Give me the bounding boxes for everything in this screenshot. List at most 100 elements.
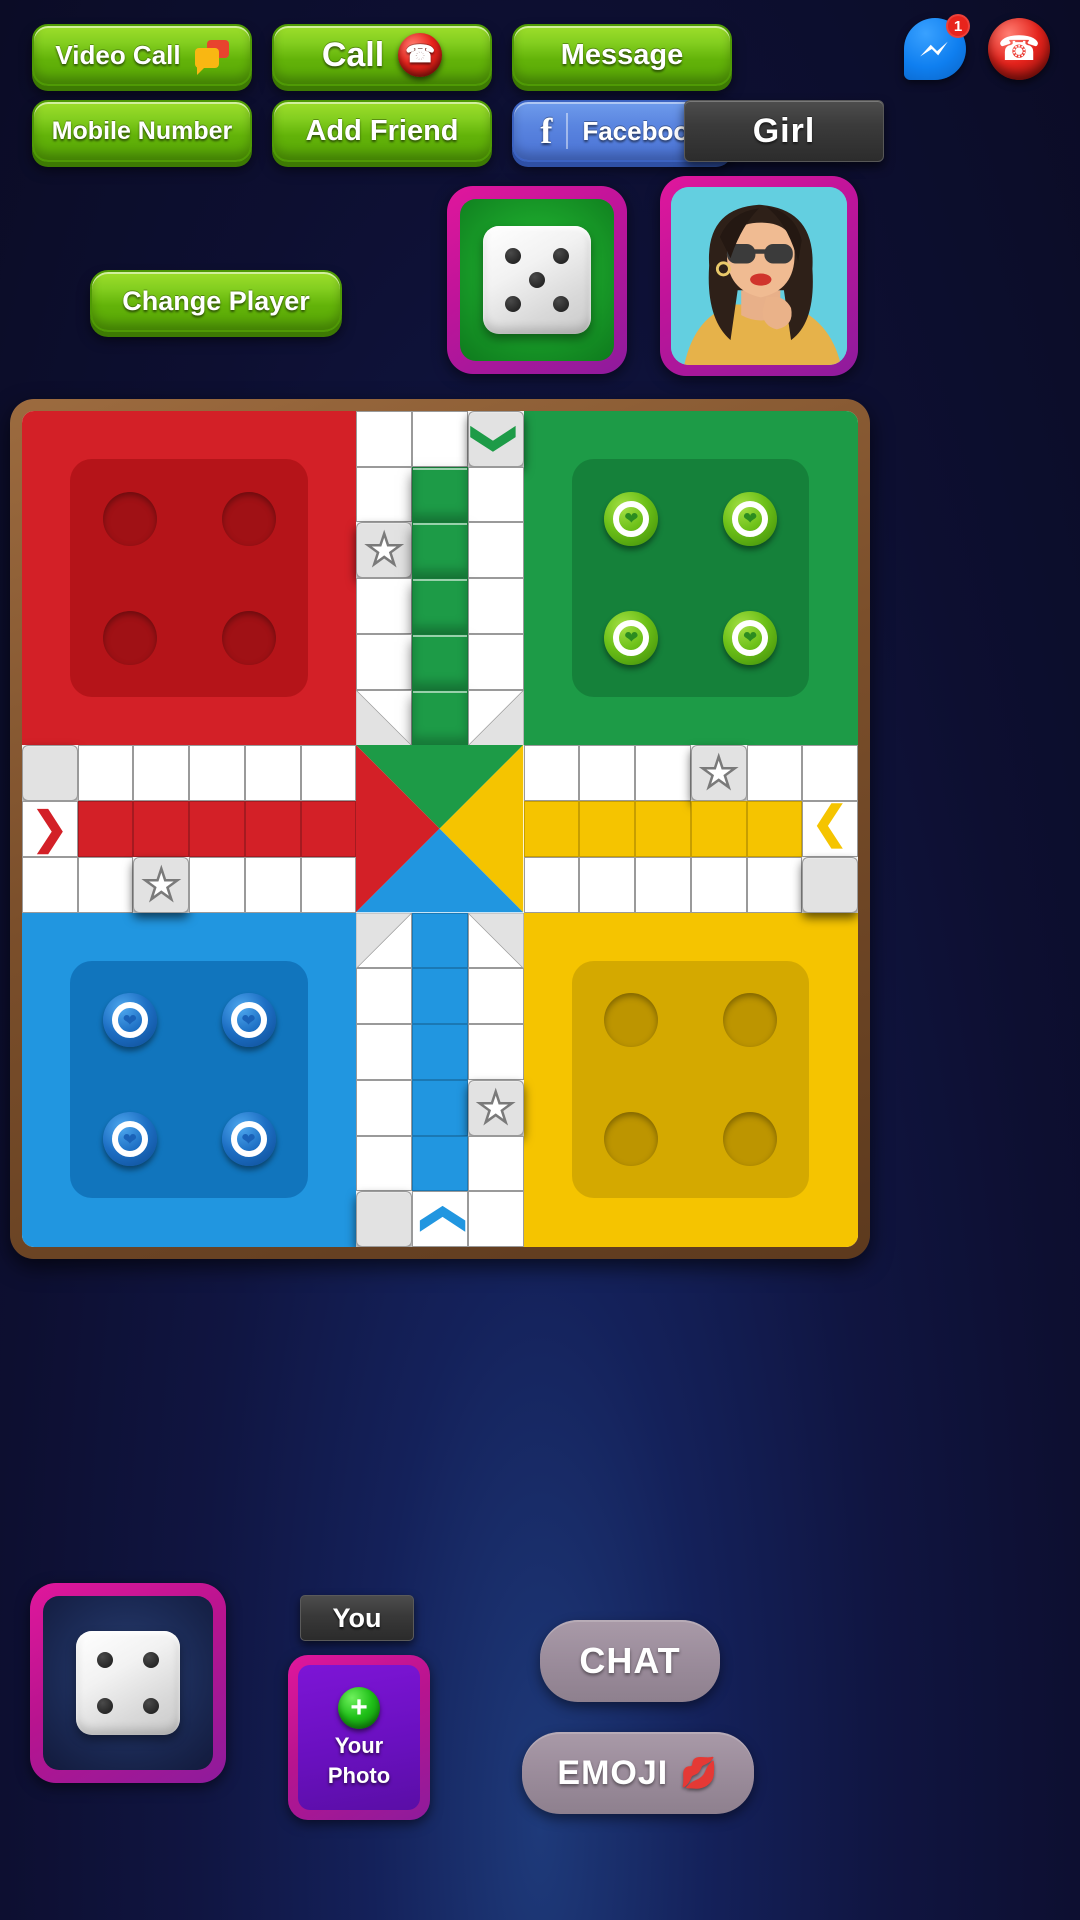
board-cell[interactable] xyxy=(244,856,301,913)
token-slot[interactable] xyxy=(723,993,778,1048)
board-cell[interactable] xyxy=(412,968,468,1025)
board-cell[interactable] xyxy=(523,745,580,802)
board-cell[interactable] xyxy=(412,689,468,746)
video-call-button[interactable]: Video Call xyxy=(32,24,252,86)
board-cell[interactable] xyxy=(412,912,468,969)
messenger-icon[interactable]: 1 xyxy=(904,14,970,80)
gender-girl-button[interactable]: Girl xyxy=(684,100,884,162)
token-slot[interactable] xyxy=(604,993,659,1048)
board-cell[interactable] xyxy=(300,801,357,857)
board-cell[interactable] xyxy=(22,856,78,913)
board-cell[interactable] xyxy=(690,745,747,802)
board-cell[interactable] xyxy=(523,801,580,857)
board-cell[interactable] xyxy=(77,856,134,913)
token-blue[interactable]: ❤ xyxy=(221,993,276,1048)
token-slot[interactable] xyxy=(221,491,276,546)
board-cell[interactable] xyxy=(356,689,413,746)
board-cell[interactable] xyxy=(356,912,413,969)
board-cell[interactable] xyxy=(579,801,636,857)
board-cell[interactable] xyxy=(133,856,190,913)
board-cell[interactable] xyxy=(412,1024,468,1080)
board-cell[interactable] xyxy=(356,968,413,1025)
board-cell[interactable] xyxy=(635,801,691,857)
board-cell[interactable] xyxy=(356,466,413,523)
emoji-button[interactable]: EMOJI 💋 xyxy=(522,1732,754,1814)
my-dice[interactable] xyxy=(76,1631,180,1735)
board-cell[interactable] xyxy=(746,745,803,802)
board-cell[interactable] xyxy=(412,411,468,467)
token-slot[interactable] xyxy=(604,1112,659,1167)
home-base-yellow[interactable] xyxy=(523,912,858,1247)
board-cell[interactable] xyxy=(189,745,245,802)
board-cell[interactable] xyxy=(467,633,524,690)
board-cell[interactable] xyxy=(467,466,524,523)
board-cell[interactable] xyxy=(300,745,357,802)
board-cell[interactable] xyxy=(467,411,524,467)
token-green[interactable]: ❤ xyxy=(604,491,659,546)
board-cell[interactable] xyxy=(412,466,468,523)
board-cell[interactable] xyxy=(412,633,468,690)
board-cell[interactable] xyxy=(467,968,524,1025)
board-cell[interactable] xyxy=(133,745,190,802)
board-cell[interactable] xyxy=(300,856,357,913)
board-cell[interactable] xyxy=(356,411,413,467)
token-blue[interactable]: ❤ xyxy=(221,1112,276,1167)
board-cell[interactable] xyxy=(467,912,524,969)
board-cell[interactable] xyxy=(412,1135,468,1192)
board-cell[interactable] xyxy=(635,745,691,802)
board-center-home[interactable] xyxy=(356,745,524,913)
board-cell[interactable] xyxy=(356,578,413,634)
board-cell[interactable] xyxy=(244,745,301,802)
board-cell[interactable] xyxy=(412,1191,468,1247)
token-slot[interactable] xyxy=(723,1112,778,1167)
board-cell[interactable] xyxy=(467,689,524,746)
board-cell[interactable] xyxy=(746,801,803,857)
board-cell[interactable] xyxy=(22,745,78,802)
board-cell[interactable] xyxy=(579,745,636,802)
board-cell[interactable] xyxy=(467,578,524,634)
board-cell[interactable] xyxy=(635,856,691,913)
ludo-board[interactable]: ❤ ❤ ❤ ❤ ❤ ❤ ❤ ❤ ★ ★ ★ ★ ❯ ❯ ❯ ❯ xyxy=(22,411,858,1247)
board-cell[interactable] xyxy=(356,633,413,690)
board-cell[interactable] xyxy=(412,578,468,634)
board-cell[interactable] xyxy=(356,1079,413,1136)
board-cell[interactable] xyxy=(356,522,413,579)
message-button[interactable]: Message xyxy=(512,24,732,86)
board-cell[interactable] xyxy=(77,801,134,857)
chat-button[interactable]: CHAT xyxy=(540,1620,720,1702)
add-photo-plus-icon[interactable]: + xyxy=(338,1686,380,1729)
mobile-number-button[interactable]: Mobile Number xyxy=(32,100,252,162)
token-blue[interactable]: ❤ xyxy=(102,1112,157,1167)
home-base-green[interactable]: ❤ ❤ ❤ ❤ xyxy=(523,411,858,746)
opponent-dice[interactable] xyxy=(483,226,591,334)
board-cell[interactable] xyxy=(412,1079,468,1136)
board-cell[interactable] xyxy=(356,1135,413,1192)
board-cell[interactable] xyxy=(467,1079,524,1136)
board-cell[interactable] xyxy=(467,522,524,579)
token-green[interactable]: ❤ xyxy=(604,610,659,665)
board-cell[interactable] xyxy=(77,745,134,802)
board-cell[interactable] xyxy=(412,522,468,579)
my-dice-panel[interactable] xyxy=(30,1583,226,1783)
board-cell[interactable] xyxy=(690,856,747,913)
board-cell[interactable] xyxy=(802,856,858,913)
add-friend-button[interactable]: Add Friend xyxy=(272,100,492,162)
board-cell[interactable] xyxy=(189,856,245,913)
board-cell[interactable] xyxy=(579,856,636,913)
board-cell[interactable] xyxy=(467,1135,524,1192)
call-button[interactable]: Call ☎ xyxy=(272,24,492,86)
token-green[interactable]: ❤ xyxy=(723,610,778,665)
token-blue[interactable]: ❤ xyxy=(102,993,157,1048)
token-slot[interactable] xyxy=(102,491,157,546)
board-cell[interactable] xyxy=(22,801,78,857)
board-cell[interactable] xyxy=(356,1191,413,1247)
board-cell[interactable] xyxy=(133,801,190,857)
token-slot[interactable] xyxy=(102,610,157,665)
board-cell[interactable] xyxy=(746,856,803,913)
home-base-red[interactable] xyxy=(22,411,357,746)
change-player-button[interactable]: Change Player xyxy=(90,270,342,332)
board-cell[interactable] xyxy=(802,745,858,802)
your-photo-button[interactable]: + Your Photo xyxy=(288,1655,430,1820)
home-base-blue[interactable]: ❤ ❤ ❤ ❤ xyxy=(22,912,357,1247)
board-cell[interactable] xyxy=(189,801,245,857)
